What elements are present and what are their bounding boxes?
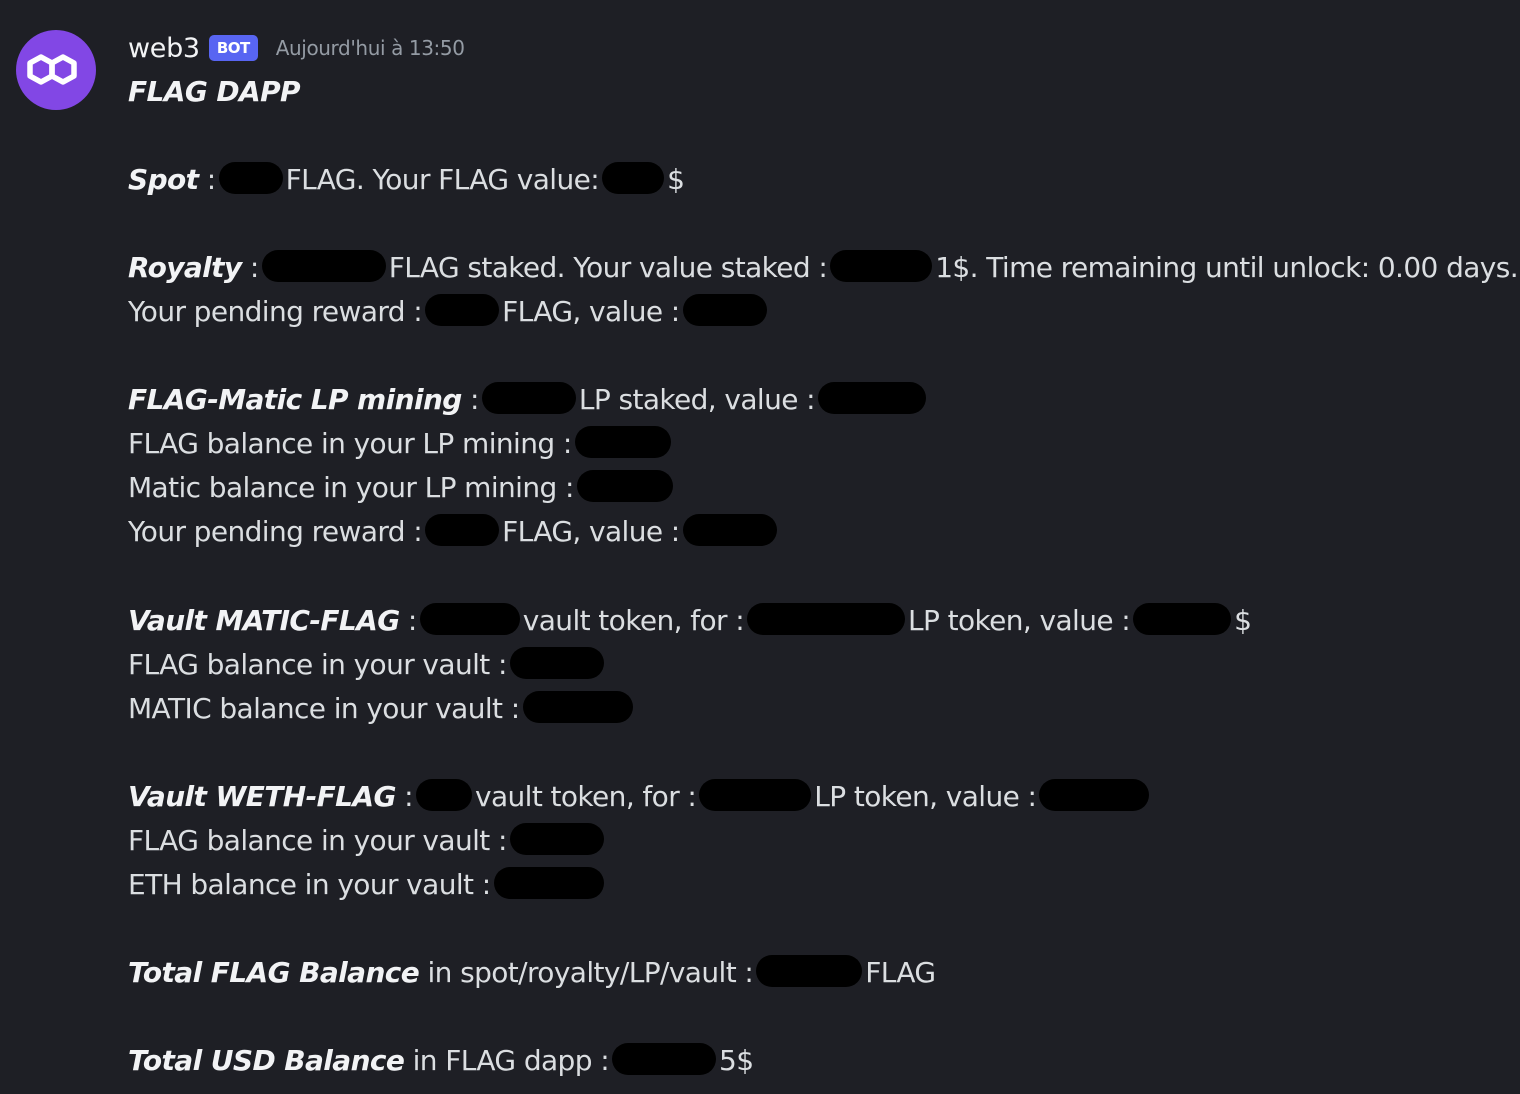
total-usd-currency: 5$	[719, 1044, 754, 1077]
username[interactable]: web3	[128, 33, 200, 64]
spot-label: Spot	[128, 163, 199, 196]
vault-weth-lp-text: LP token, value :	[814, 780, 1037, 813]
redacted-block	[612, 1043, 717, 1075]
redacted-block	[509, 823, 604, 855]
redacted-block	[830, 250, 933, 282]
redacted-block	[425, 294, 500, 326]
total-flag-unit: FLAG	[865, 956, 936, 989]
redacted-block	[756, 955, 863, 987]
redacted-block	[818, 382, 927, 414]
chat-message: web3 BOT Aujourd'hui à 13:50 FLAG DAPP S…	[0, 0, 1520, 1094]
lp-reward-label: Your pending reward :	[128, 515, 423, 548]
total-flag-text: in spot/royalty/LP/vault :	[419, 956, 754, 989]
redacted-block	[699, 779, 812, 811]
redacted-block	[493, 867, 604, 899]
bot-tag: BOT	[208, 35, 258, 61]
redacted-block	[576, 470, 673, 502]
royalty-reward-line: Your pending reward : FLAG, value :	[128, 290, 770, 334]
spot-text: FLAG. Your FLAG value:	[285, 163, 600, 196]
vault-matic-line: Vault MATIC-FLAG : vault token, for : LP t…	[128, 599, 1252, 643]
lp-flag-balance-line: FLAG balance in your LP mining :	[128, 422, 674, 466]
vault-weth-line: Vault WETH-FLAG : vault token, for : LP to…	[128, 775, 1152, 819]
message-title: FLAG DAPP	[128, 75, 301, 108]
redacted-block	[1039, 779, 1150, 811]
timestamp[interactable]: Aujourd'hui à 13:50	[276, 36, 465, 60]
redacted-block	[419, 603, 520, 635]
lp-mining-text: LP staked, value :	[578, 383, 816, 416]
redacted-block	[509, 647, 604, 679]
royalty-unlock-text: 1$. Time remaining until unlock: 0.00 da…	[935, 251, 1519, 284]
lp-reward-line: Your pending reward : FLAG, value :	[128, 510, 780, 554]
vault-matic-label: Vault MATIC-FLAG	[128, 604, 400, 637]
redacted-block	[261, 250, 386, 282]
vault-matic-flag-balance-line: FLAG balance in your vault :	[128, 643, 607, 687]
vault-matic-flag-balance-label: FLAG balance in your vault :	[128, 648, 507, 681]
lp-mining-label: FLAG-Matic LP mining	[128, 383, 462, 416]
vault-matic-matic-balance-line: MATIC balance in your vault :	[128, 687, 636, 731]
redacted-block	[747, 603, 906, 635]
lp-reward-text: FLAG, value :	[502, 515, 680, 548]
vault-weth-text: vault token, for :	[474, 780, 697, 813]
polygon-logo-icon	[27, 54, 77, 85]
total-usd-line: Total USD Balance in FLAG dapp : 5$	[128, 1039, 754, 1083]
lp-mining-sep: :	[461, 383, 479, 416]
vault-weth-label: Vault WETH-FLAG	[128, 780, 396, 813]
total-usd-label: Total USD Balance	[128, 1044, 405, 1077]
vault-weth-eth-balance-line: ETH balance in your vault :	[128, 863, 607, 907]
vault-matic-matic-balance-label: MATIC balance in your vault :	[128, 692, 520, 725]
redacted-block	[522, 691, 633, 723]
lp-flag-balance-label: FLAG balance in your LP mining :	[128, 427, 572, 460]
avatar[interactable]	[16, 30, 96, 110]
redacted-block	[218, 162, 283, 194]
royalty-line: Royalty : FLAG staked. Your value staked …	[128, 246, 1519, 290]
redacted-block	[415, 779, 472, 811]
total-flag-line: Total FLAG Balance in spot/royalty/LP/va…	[128, 951, 936, 995]
redacted-block	[1133, 603, 1232, 635]
royalty-sep: :	[241, 251, 259, 284]
message-header: web3 BOT Aujourd'hui à 13:50	[128, 28, 465, 68]
lp-matic-balance-line: Matic balance in your LP mining :	[128, 466, 676, 510]
redacted-block	[602, 162, 665, 194]
vault-matic-currency: $	[1234, 604, 1252, 637]
royalty-label: Royalty	[128, 251, 242, 284]
vault-matic-sep: :	[399, 604, 417, 637]
vault-weth-sep: :	[395, 780, 413, 813]
total-flag-label: Total FLAG Balance	[128, 956, 420, 989]
vault-weth-flag-balance-line: FLAG balance in your vault :	[128, 819, 607, 863]
spot-currency: $	[667, 163, 685, 196]
redacted-block	[682, 514, 777, 546]
royalty-reward-label: Your pending reward :	[128, 295, 423, 328]
spot-line: Spot : FLAG. Your FLAG value: $	[128, 158, 685, 202]
lp-matic-balance-label: Matic balance in your LP mining :	[128, 471, 574, 504]
redacted-block	[682, 294, 767, 326]
redacted-block	[574, 426, 671, 458]
redacted-block	[481, 382, 576, 414]
lp-mining-line: FLAG-Matic LP mining : LP staked, value :	[128, 378, 929, 422]
spot-sep: :	[198, 163, 216, 196]
vault-weth-flag-balance-label: FLAG balance in your vault :	[128, 824, 507, 857]
redacted-block	[425, 514, 500, 546]
vault-matic-text: vault token, for :	[522, 604, 745, 637]
vault-weth-eth-balance-label: ETH balance in your vault :	[128, 868, 491, 901]
royalty-reward-text: FLAG, value :	[502, 295, 680, 328]
vault-matic-lp-text: LP token, value :	[908, 604, 1131, 637]
total-usd-text: in FLAG dapp :	[404, 1044, 610, 1077]
royalty-text: FLAG staked. Your value staked :	[388, 251, 828, 284]
